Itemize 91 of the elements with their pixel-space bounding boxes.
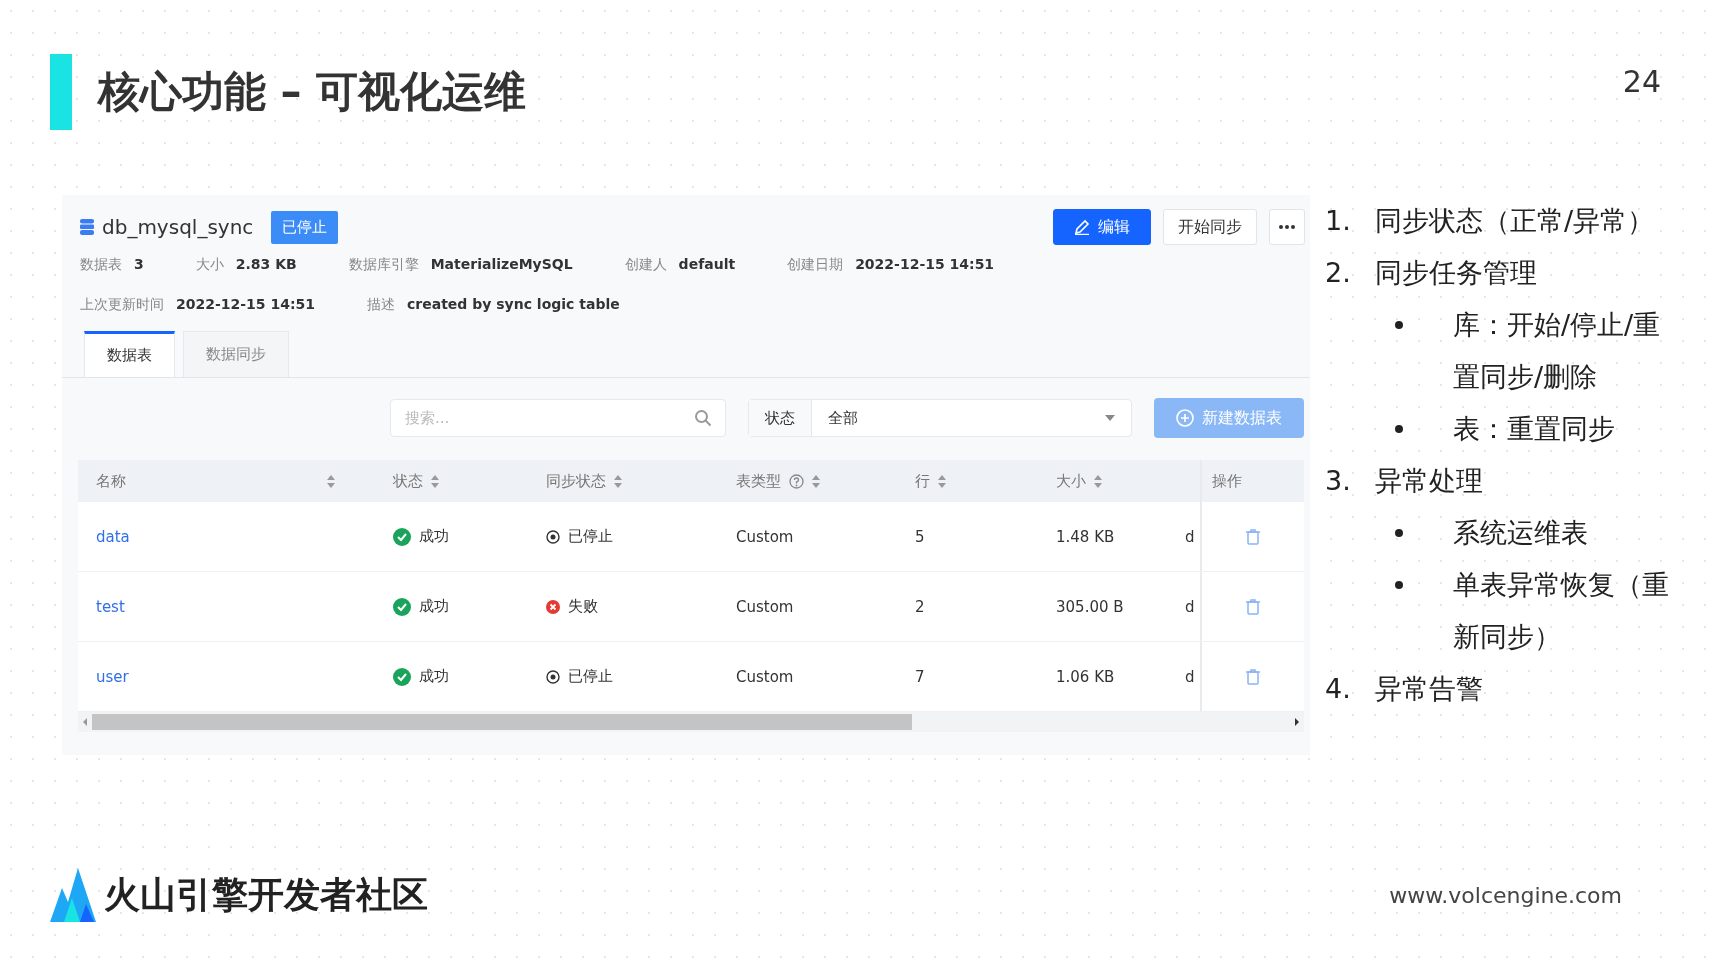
trash-icon[interactable] <box>1245 668 1260 685</box>
tab[interactable]: 数据表 <box>84 331 175 377</box>
column-header: 操作 <box>1200 460 1303 502</box>
bullet-icon <box>1395 321 1403 329</box>
bullet-icon <box>1395 581 1403 589</box>
sort-icon[interactable] <box>1094 474 1102 488</box>
horizontal-scrollbar[interactable] <box>78 712 1304 732</box>
table-cell: Custom <box>736 527 794 546</box>
table-cell: 5 <box>915 527 925 546</box>
bullet-icon <box>1395 425 1403 433</box>
sort-icon[interactable] <box>327 474 335 488</box>
sort-icon[interactable] <box>614 474 622 488</box>
tab[interactable]: 数据同步 <box>183 331 289 377</box>
meta-value: default <box>678 256 736 274</box>
list-number: 2. <box>1325 256 1352 290</box>
meta-value: MaterializeMySQL <box>430 256 573 274</box>
sub-item-text: 库：开始/停止/重置同步/删除 <box>1453 308 1662 394</box>
database-name: db_mysql_sync <box>102 215 254 239</box>
caret-down-icon <box>1105 415 1115 421</box>
column-header[interactable]: 名称 <box>78 460 375 502</box>
meta-value: 2022-12-15 14:51 <box>176 296 315 314</box>
table-cell: 已停止 <box>568 527 613 546</box>
select-label: 状态 <box>749 400 812 436</box>
list-item-text: 同步任务管理 <box>1375 256 1537 290</box>
meta-value: 3 <box>134 256 144 274</box>
brand-name: 火山引擎开发者社区 <box>104 872 428 917</box>
table-cell: Custom <box>736 597 794 616</box>
list-number: 3. <box>1325 464 1352 498</box>
search-field[interactable]: 搜索... <box>390 399 726 437</box>
sort-icon[interactable] <box>431 474 439 488</box>
column-header[interactable]: 状态 <box>375 460 528 502</box>
start-sync-button[interactable]: 开始同步 <box>1163 209 1257 245</box>
mountain-logo-icon <box>50 868 96 922</box>
sub-item-text: 系统运维表 <box>1453 516 1589 550</box>
meta-label: 数据表 <box>80 256 122 274</box>
column-header[interactable]: 大小 <box>1038 460 1185 502</box>
plus-circle-icon <box>1176 409 1194 427</box>
database-icon <box>80 219 94 235</box>
table-cell: 失败 <box>568 597 598 616</box>
website-url: www.volcengine.com <box>1389 882 1622 908</box>
meta-value: 2022-12-15 14:51 <box>855 256 995 274</box>
scrollbar-thumb[interactable] <box>92 714 912 730</box>
table-cell: d <box>1185 667 1195 686</box>
pencil-icon <box>1074 219 1090 235</box>
meta-label: 创建人 <box>624 256 667 274</box>
list-number: 1. <box>1325 204 1352 238</box>
meta-label: 大小 <box>195 256 224 274</box>
search-icon <box>694 409 712 427</box>
column-header[interactable]: 同步状态 <box>528 460 718 502</box>
table-cell: 1.48 KB <box>1056 527 1115 546</box>
meta-label: 数据库引擎 <box>348 256 419 274</box>
bullet-icon <box>1395 529 1403 537</box>
column-header[interactable]: 行 <box>897 460 1038 502</box>
table-cell: 成功 <box>419 667 449 686</box>
table-name-link[interactable]: test <box>96 597 125 616</box>
trash-icon[interactable] <box>1245 598 1260 615</box>
meta-value: created by sync logic table <box>407 296 620 314</box>
meta-label: 上次更新时间 <box>80 296 164 314</box>
list-number: 4. <box>1325 672 1352 706</box>
trash-icon[interactable] <box>1245 528 1260 545</box>
select-value: 全部 <box>827 408 859 428</box>
sort-icon[interactable] <box>938 474 946 488</box>
list-item-text: 异常处理 <box>1375 464 1483 498</box>
table-cell: d <box>1185 597 1195 616</box>
table-cell: d <box>1185 527 1195 546</box>
table-cell: 7 <box>915 667 925 686</box>
column-header[interactable]: 表类型 <box>718 460 897 502</box>
list-item-text: 同步状态（正常/异常） <box>1375 204 1655 238</box>
table-cell: 1.06 KB <box>1056 667 1115 686</box>
table-cell: Custom <box>736 667 794 686</box>
edit-button[interactable]: 编辑 <box>1053 209 1151 245</box>
meta-label: 描述 <box>367 296 395 314</box>
table-name-link[interactable]: user <box>96 667 129 686</box>
status-badge: 已停止 <box>271 210 339 244</box>
page-number: 24 <box>1622 64 1661 99</box>
table-cell: 已停止 <box>568 667 613 686</box>
table-cell: 305.00 B <box>1056 597 1124 616</box>
more-icon <box>1278 225 1296 229</box>
sub-item-text: 表：重置同步 <box>1453 412 1616 446</box>
table-cell: 成功 <box>419 527 449 546</box>
slide-title: 核心功能 – 可视化运维 <box>98 66 528 118</box>
sub-item-text: 单表异常恢复（重新同步） <box>1453 568 1670 654</box>
table-cell: 2 <box>915 597 925 616</box>
meta-value: 2.83 KB <box>235 256 297 274</box>
list-item-text: 异常告警 <box>1375 672 1483 706</box>
more-button[interactable] <box>1269 209 1305 245</box>
table-cell: 成功 <box>419 597 449 616</box>
table-name-link[interactable]: data <box>96 527 130 546</box>
meta-label: 创建日期 <box>787 256 844 274</box>
status-select[interactable]: 状态 全部 <box>748 399 1132 437</box>
sort-icon[interactable] <box>812 474 820 488</box>
